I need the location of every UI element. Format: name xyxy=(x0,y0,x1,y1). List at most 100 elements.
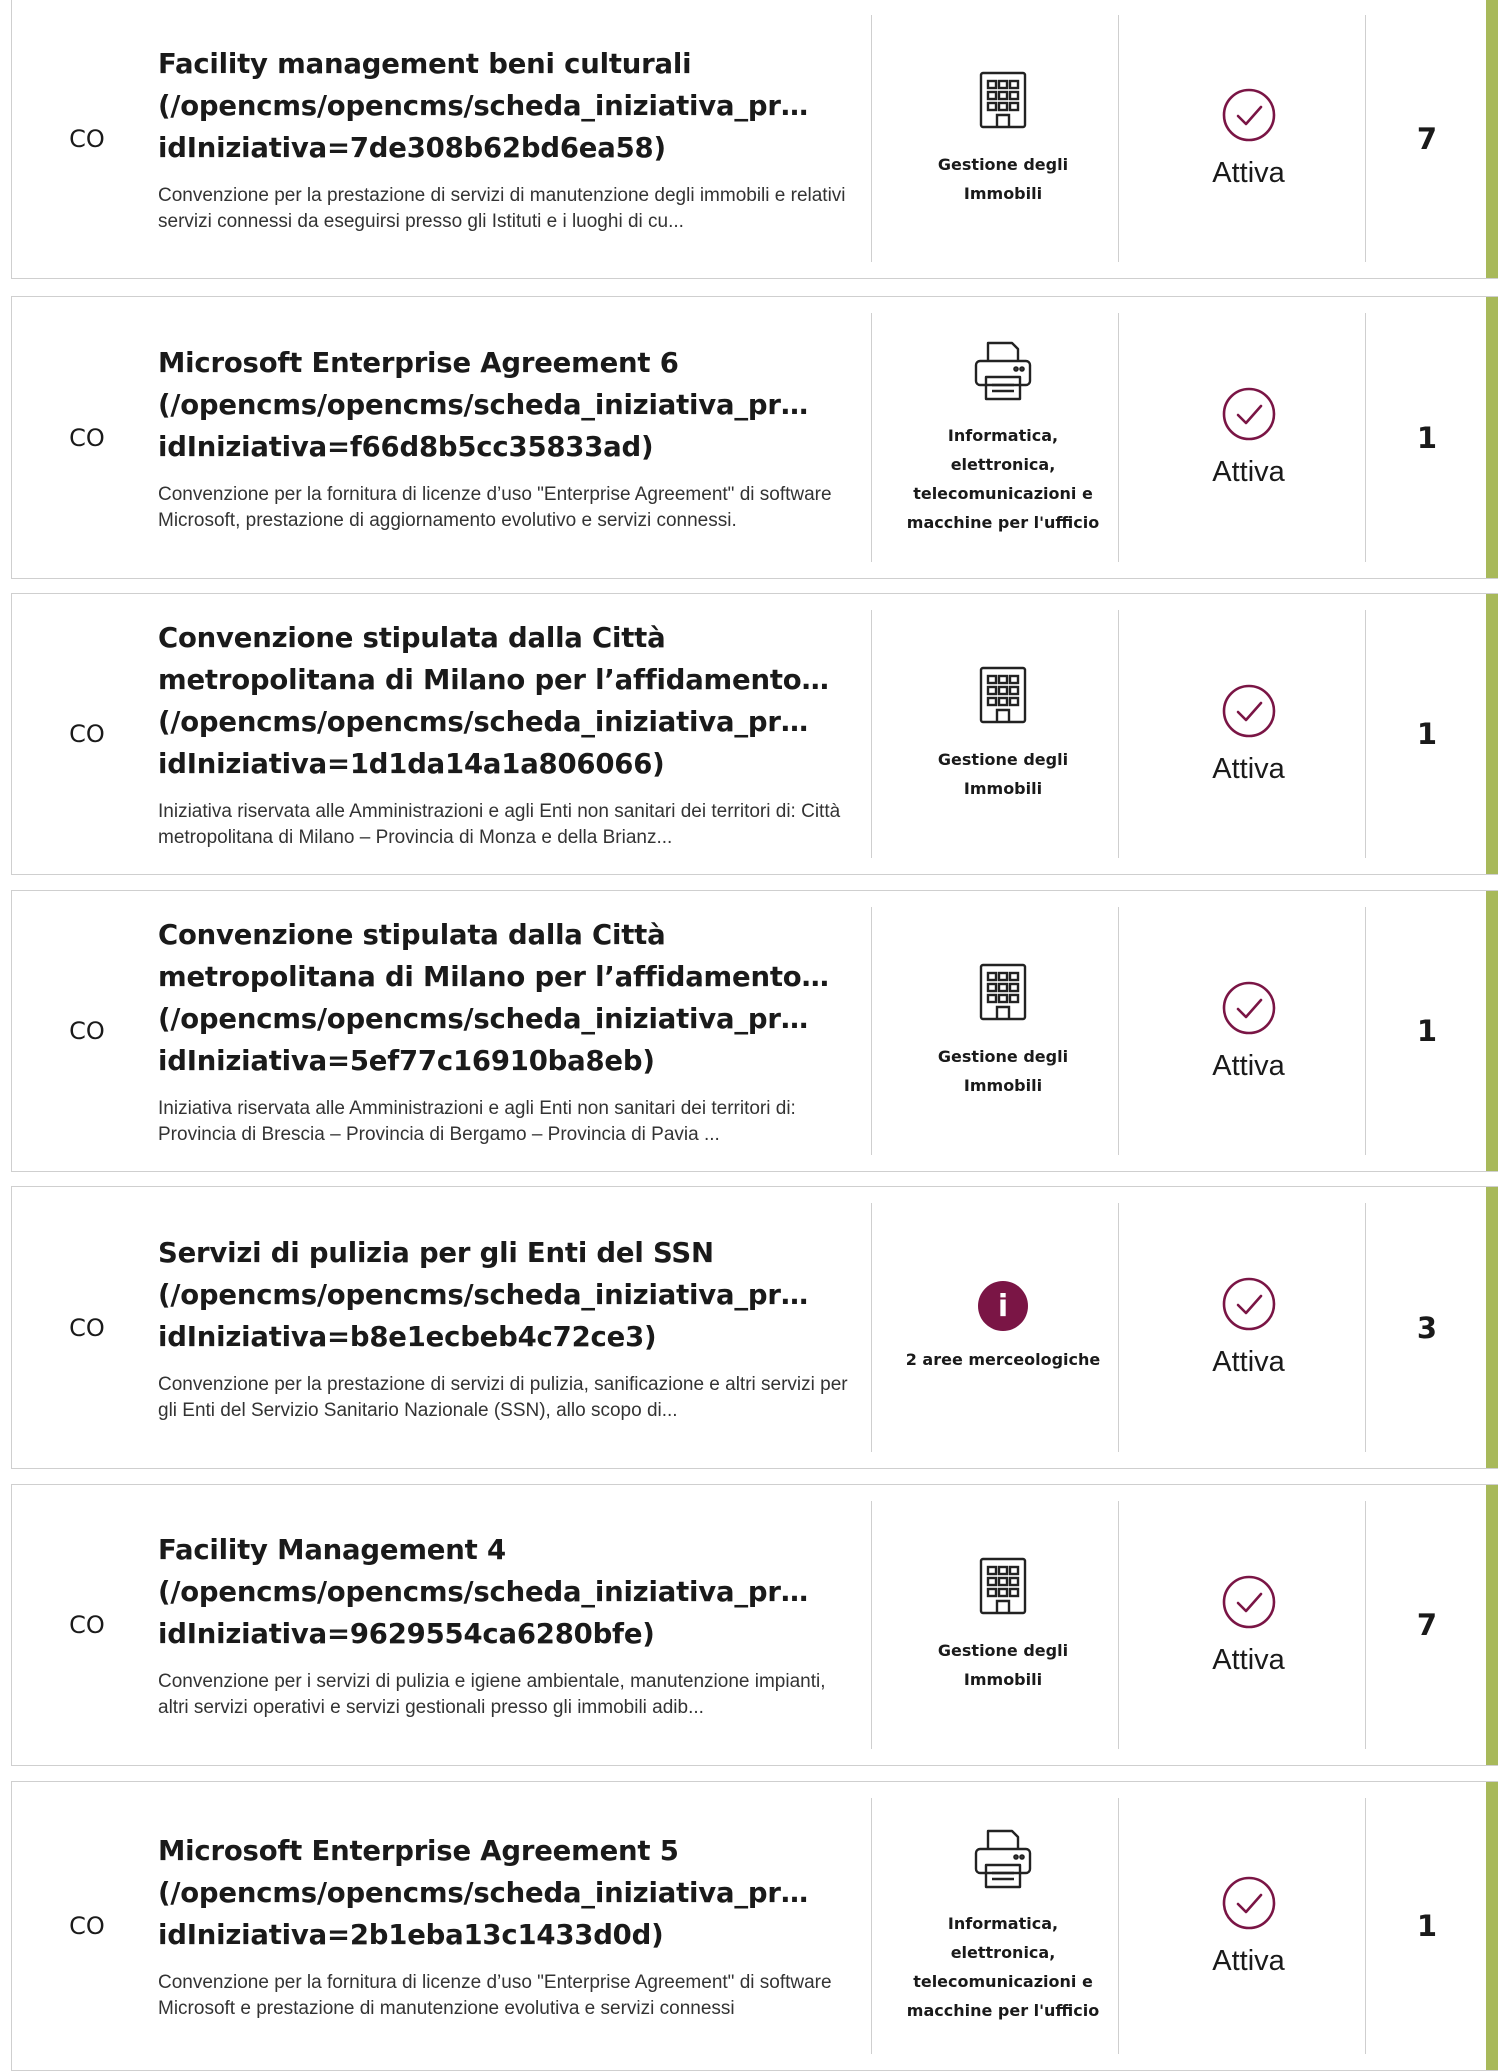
initiative-description: Convenzione per la prestazione di serviz… xyxy=(158,184,846,232)
initiative-main: Convenzione stipulata dalla Città metropo… xyxy=(158,594,858,874)
category-label-line: elettronica, xyxy=(950,454,1056,474)
status-cell: Attiva xyxy=(1126,1782,1371,2070)
initiative-title-line[interactable]: (/opencms/opencms/scheda_iniziativa_pr… xyxy=(158,998,858,1040)
column-divider xyxy=(871,610,872,858)
lot-count: 1 xyxy=(1416,1909,1438,1943)
building-icon xyxy=(977,1556,1029,1622)
status-label: Attiva xyxy=(1212,1944,1285,1977)
category-label-line: macchine per l'ufficio xyxy=(906,512,1100,532)
category-label-line: macchine per l'ufficio xyxy=(906,2001,1100,2020)
initiative-type: CO xyxy=(69,1017,105,1045)
initiative-type: CO xyxy=(69,423,105,452)
lot-count: 1 xyxy=(1416,717,1438,751)
check-circle-icon xyxy=(1221,1875,1277,1935)
initiative-main: Convenzione stipulata dalla Città metropo… xyxy=(158,891,858,1171)
status-cell: Attiva xyxy=(1126,1485,1371,1765)
initiative-title-line[interactable]: Convenzione stipulata dalla Città xyxy=(158,617,858,659)
category-label: Gestione degli Immobili xyxy=(938,150,1068,208)
lot-count: 7 xyxy=(1416,1608,1438,1642)
initiative-title-line[interactable]: Facility management beni culturali xyxy=(158,43,858,85)
category-label: Gestione degli Immobili xyxy=(938,1636,1068,1694)
column-divider xyxy=(871,1501,872,1749)
status-label: Attiva xyxy=(1212,456,1285,488)
printer-icon xyxy=(972,339,1034,407)
category-label: Gestione degli Immobili xyxy=(938,1042,1068,1100)
column-divider xyxy=(871,313,872,562)
status-cell: Attiva xyxy=(1126,0,1371,278)
initiative-title-line[interactable]: metropolitana di Milano per l’affidament… xyxy=(158,659,858,701)
accent-bar xyxy=(1486,297,1498,578)
category-label-line: telecomunicazioni e xyxy=(913,1972,1093,1991)
column-divider xyxy=(871,15,872,262)
category-cell: Gestione degli Immobili xyxy=(880,1485,1126,1765)
category-label: Informatica, elettronica, telecomunicazion… xyxy=(907,1909,1099,2025)
initiative-title-line[interactable]: idIniziativa=5ef77c16910ba8eb) xyxy=(158,1040,858,1082)
status-cell: Attiva xyxy=(1126,594,1371,874)
accent-bar xyxy=(1486,1187,1498,1468)
initiative-card: CO Microsoft Enterprise Agreement 6 (/open… xyxy=(11,296,1498,579)
initiative-title-line[interactable]: idIniziativa=2b1eba13c1433d0d) xyxy=(158,1914,858,1956)
initiative-main: Servizi di pulizia per gli Enti del SSN(… xyxy=(158,1187,858,1468)
status-cell: Attiva xyxy=(1126,1187,1371,1468)
initiative-title-line[interactable]: (/opencms/opencms/scheda_iniziativa_pr… xyxy=(158,701,858,743)
initiative-title-line[interactable]: metropolitana di Milano per l’affidament… xyxy=(158,956,858,998)
column-divider xyxy=(871,907,872,1155)
lot-count: 3 xyxy=(1416,1310,1438,1345)
status-label: Attiva xyxy=(1212,1049,1285,1082)
initiative-type: CO xyxy=(69,1313,105,1342)
category-label-line: Gestione degli xyxy=(937,1641,1069,1660)
initiative-description: Convenzione per la fornitura di licenze … xyxy=(158,1972,832,2019)
status-label: Attiva xyxy=(1212,1346,1285,1378)
initiative-title-line[interactable]: Servizi di pulizia per gli Enti del SSN xyxy=(158,1232,858,1274)
category-label-line: Immobili xyxy=(963,1670,1043,1689)
initiative-title-line[interactable]: (/opencms/opencms/scheda_iniziativa_pr… xyxy=(158,384,858,426)
initiative-title-line[interactable]: Microsoft Enterprise Agreement 5 xyxy=(158,1830,858,1872)
category-label-line: Informatica, xyxy=(947,1914,1059,1933)
accent-bar xyxy=(1486,1782,1498,2070)
check-circle-icon xyxy=(1221,1276,1277,1336)
initiative-card: CO Facility management beni culturali (/op… xyxy=(11,0,1498,279)
category-label: Informatica, elettronica, telecomunicazion… xyxy=(907,421,1099,537)
initiative-title-line[interactable]: Facility Management 4 xyxy=(158,1529,858,1571)
initiative-title-line[interactable]: idIniziativa=b8e1ecbeb4c72ce3) xyxy=(158,1316,858,1358)
info-icon[interactable]: i xyxy=(978,1281,1028,1331)
status-cell: Attiva xyxy=(1126,297,1371,578)
column-divider xyxy=(871,1203,872,1452)
accent-bar xyxy=(1486,891,1498,1171)
printer-icon xyxy=(972,1827,1034,1895)
status-label: Attiva xyxy=(1212,752,1285,785)
initiative-title-line[interactable]: idIniziativa=7de308b62bd6ea58) xyxy=(158,127,858,169)
initiative-title-line[interactable]: Microsoft Enterprise Agreement 6 xyxy=(158,342,858,384)
initiative-description: Convenzione per la prestazione di serviz… xyxy=(158,1373,848,1421)
building-icon xyxy=(977,70,1029,136)
building-icon xyxy=(977,665,1029,731)
check-circle-icon xyxy=(1221,87,1277,147)
initiative-card: CO Convenzione stipulata dalla Città metro… xyxy=(11,593,1498,875)
category-label-line: Gestione degli xyxy=(937,154,1069,174)
accent-bar xyxy=(1486,594,1498,874)
category-label-line: elettronica, xyxy=(950,1943,1056,1962)
status-label: Attiva xyxy=(1212,1643,1285,1676)
initiative-title-line[interactable]: (/opencms/opencms/scheda_iniziativa_pr… xyxy=(158,1571,858,1613)
category-cell: Informatica, elettronica, telecomunicazion… xyxy=(880,297,1126,578)
category-cell: Gestione degli Immobili xyxy=(880,0,1126,278)
initiative-title-line[interactable]: (/opencms/opencms/scheda_iniziativa_pr… xyxy=(158,1274,858,1316)
initiative-description: Convenzione per i servizi di pulizia e i… xyxy=(158,1671,826,1718)
initiative-title-line[interactable]: idIniziativa=f66d8b5cc35833ad) xyxy=(158,426,858,468)
initiative-title-line[interactable]: idIniziativa=9629554ca6280bfe) xyxy=(158,1613,858,1655)
initiative-title-line[interactable]: Convenzione stipulata dalla Città xyxy=(158,914,858,956)
accent-bar xyxy=(1486,1485,1498,1765)
initiative-title-line[interactable]: (/opencms/opencms/scheda_iniziativa_pr… xyxy=(158,1872,858,1914)
initiative-type: CO xyxy=(69,124,105,153)
lot-count: 7 xyxy=(1416,121,1438,156)
initiative-card: CO Convenzione stipulata dalla Città metro… xyxy=(11,890,1498,1172)
initiative-type: CO xyxy=(69,720,105,748)
building-icon xyxy=(977,962,1029,1028)
category-cell: Informatica, elettronica, telecomunicazion… xyxy=(880,1782,1126,2070)
initiative-title-line[interactable]: idIniziativa=1d1da14a1a806066) xyxy=(158,743,858,785)
category-label-line: Immobili xyxy=(963,779,1043,798)
category-label-line: Immobili xyxy=(963,1076,1043,1095)
initiative-title-line[interactable]: (/opencms/opencms/scheda_iniziativa_pr… xyxy=(158,85,858,127)
category-label: Gestione degli Immobili xyxy=(938,745,1068,803)
initiative-main: Microsoft Enterprise Agreement 5 (/opencm… xyxy=(158,1782,858,2070)
